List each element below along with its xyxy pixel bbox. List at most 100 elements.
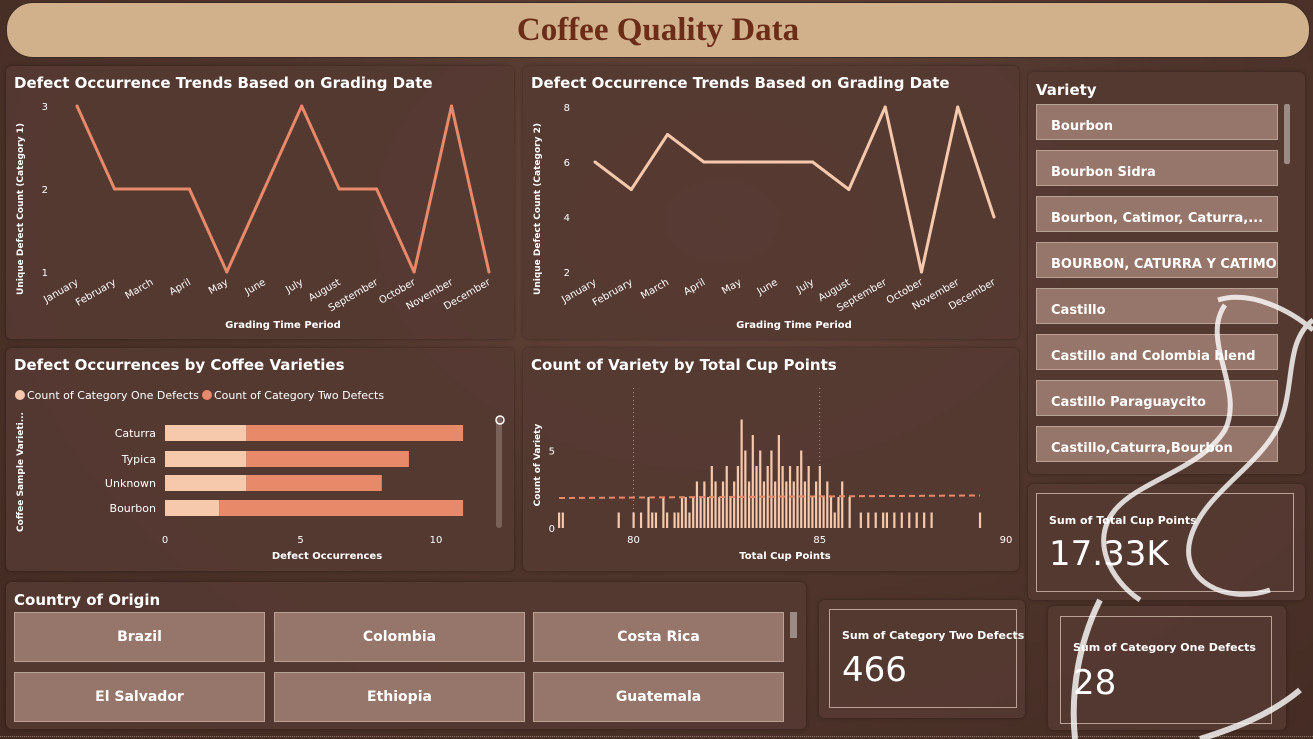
country-item[interactable]: Colombia [274,612,525,662]
data-point [593,160,597,164]
bar-cat2 [246,451,409,467]
variety-item[interactable]: Castillo and Colombia blend [1036,334,1278,370]
variety-item[interactable]: BOURBON, CATURRA Y CATIMOR [1036,242,1278,278]
bar-cat1 [165,500,220,516]
histogram-bar [874,512,877,528]
variety-item[interactable]: Bourbon [1036,104,1278,140]
data-point [702,160,706,164]
variety-item[interactable]: Bourbon Sidra [1036,150,1278,186]
histogram-bar [848,497,851,528]
y-axis-label: Count of Variety [533,424,543,507]
page-title: Coffee Quality Data [516,11,800,48]
title-banner: Coffee Quality Data [6,2,1310,58]
total-cup-points-card: Sum of Total Cup Points 17.33K [1036,493,1294,592]
variety-item[interactable]: Castillo Paraguaycito [1036,380,1278,416]
bar-chart-panel[interactable]: Defect Occurrences by Coffee Varieties C… [6,348,514,571]
y-axis-label: Coffee Sample Varieti... [16,412,26,532]
histogram-bar [882,512,885,528]
category-label: Typica [121,453,156,466]
y-tick: 2 [564,268,570,279]
x-tick-label: March [124,277,156,302]
histogram-bar [733,481,736,528]
y-tick: 1 [42,268,48,279]
variety-item[interactable]: Castillo [1036,288,1278,324]
y-tick: 4 [564,213,570,224]
histogram-bar [792,481,795,528]
x-tick-label: March [639,277,671,302]
variety-scrollbar[interactable] [1284,104,1290,164]
histogram-bar [755,466,758,528]
country-item[interactable]: Ethiopia [274,672,525,722]
x-tick-label: April [168,277,193,298]
histogram-bar [639,512,643,528]
data-point [375,187,379,191]
y-axis-label: Unique Defect Count (Category 1) [16,123,26,295]
histogram-bar [707,497,710,528]
histogram-bar [695,481,699,528]
divider [0,736,1313,737]
histogram-bar [829,497,833,528]
country-item[interactable]: Brazil [14,612,265,662]
country-scrollbar[interactable] [790,612,797,638]
country-item[interactable]: Costa Rica [533,612,784,662]
series-line [594,105,996,274]
histogram-bar [800,450,803,528]
histogram-bar [680,497,684,528]
line-chart-2-panel[interactable]: Defect Occurrence Trends Based on Gradin… [523,66,1019,339]
data-point [337,187,341,191]
histogram-bar [908,512,911,528]
histogram-bar [785,481,788,528]
histogram-bar [815,481,818,528]
cat-two-card: Sum of Category Two Defects 466 [829,609,1024,708]
histogram-bar [893,512,896,528]
histogram-bar [714,481,717,528]
histogram-bar [777,435,780,528]
data-point [75,104,79,108]
histogram-bar [751,435,754,528]
histogram-bar [762,481,766,528]
histogram-bar [703,481,706,528]
series-line [75,104,491,274]
histogram-bar [930,512,933,528]
data-point [992,215,996,219]
histogram-bar [774,481,777,528]
x-tick-label: May [720,277,743,297]
histogram-panel[interactable]: Count of Variety by Total Cup Points Cou… [523,348,1019,571]
histogram-bar [811,497,814,528]
histogram-bar [647,497,650,528]
data-point [811,160,815,164]
histogram-bar [841,481,844,528]
category-label: Caturra [115,427,156,440]
bar-cat2 [246,425,464,441]
histogram-bar [677,512,680,528]
histogram-bar [978,512,982,528]
country-item[interactable]: Guatemala [533,672,784,722]
histogram-bar [721,481,725,528]
y-axis-label: Unique Defect Count (Category 2) [533,123,543,295]
x-axis-label: Grading Time Period [736,320,852,331]
x-tick-label: 0 [162,535,168,546]
variety-item[interactable]: Bourbon, Catimor, Caturra,... [1036,196,1278,232]
y-tick: 8 [564,103,570,114]
scrollbar-track[interactable] [496,416,502,528]
histogram-bar [736,466,739,528]
variety-item[interactable]: Castillo,Caturra,Bourbon [1036,426,1278,462]
histogram-bar [867,512,870,528]
histogram-bar [632,512,635,528]
histogram-bar [718,497,721,528]
country-item[interactable]: El Salvador [14,672,265,722]
card-value: 28 [1073,663,1117,703]
x-tick-label: July [794,277,816,296]
histogram-bar [915,512,918,528]
x-tick-label: May [207,277,230,297]
histogram-bar [666,512,669,528]
line-chart-1-panel[interactable]: Defect Occurrence Trends Based on Gradin… [6,66,514,339]
x-tick-label: 90 [1000,535,1013,546]
card-label: Sum of Total Cup Points [1049,514,1197,527]
variety-slicer-title: Variety [1036,81,1097,99]
histogram-bar [651,512,654,528]
x-tick-label: 5 [297,535,303,546]
card-value: 466 [842,650,907,690]
histogram-bar [766,466,769,528]
y-tick: 2 [42,185,48,196]
